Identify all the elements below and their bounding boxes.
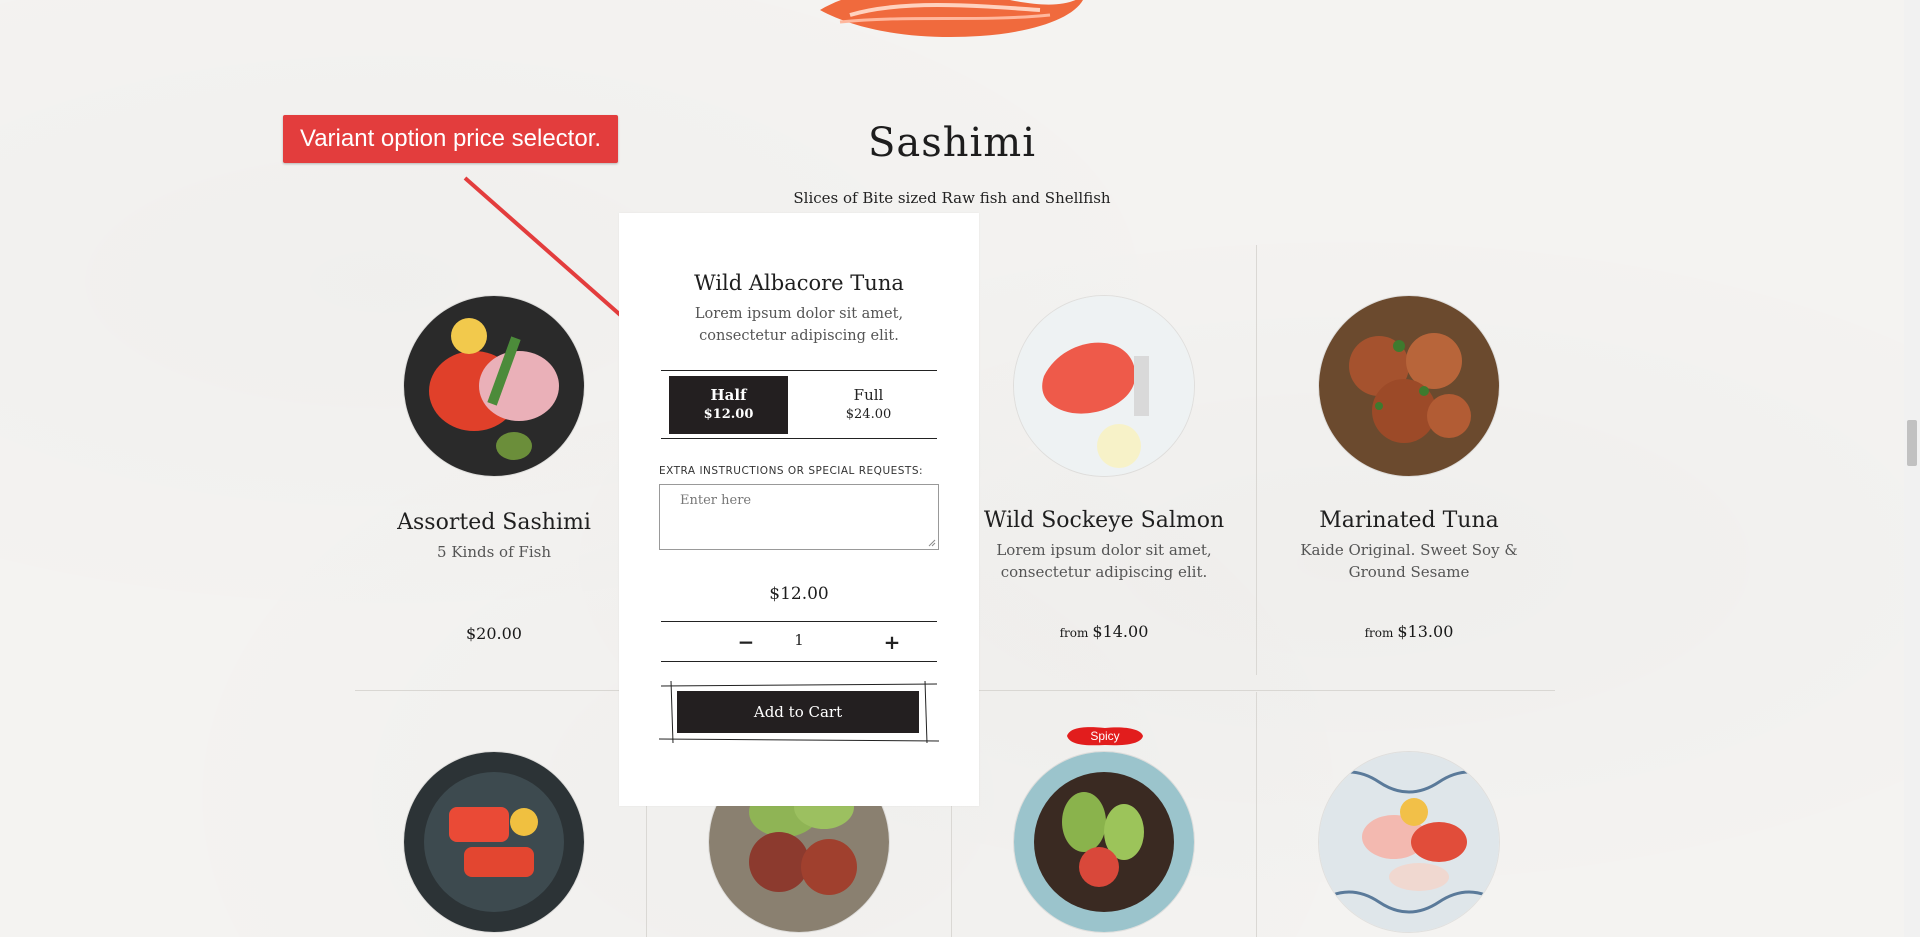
item-description: 5 Kinds of Fish <box>437 543 551 561</box>
instructions-textarea[interactable]: Enter here <box>659 484 939 550</box>
item-price-value: $20.00 <box>466 624 522 643</box>
price-prefix: from <box>1059 626 1089 640</box>
menu-item-card[interactable] <box>344 752 644 937</box>
price-prefix: from <box>1364 626 1394 640</box>
grid-divider <box>1256 692 1257 937</box>
variant-name: Half <box>710 386 747 404</box>
scrollbar[interactable] <box>1904 0 1920 937</box>
variant-price: $24.00 <box>845 407 892 422</box>
sushi-decoration-image <box>820 0 1083 37</box>
spicy-label: Spicy <box>1090 729 1120 743</box>
divider <box>661 621 937 622</box>
food-photo[interactable] <box>1319 752 1499 932</box>
variant-price: $12.00 <box>703 407 754 422</box>
instructions-placeholder: Enter here <box>680 493 752 508</box>
item-name: Assorted Sashimi <box>397 510 591 535</box>
quantity-increase-button[interactable]: + <box>872 627 912 657</box>
modal-title: Wild Albacore Tuna <box>694 271 904 295</box>
item-price: $20.00 <box>344 624 644 643</box>
spicy-badge: Spicy <box>1065 724 1145 748</box>
product-modal: Wild Albacore Tuna Lorem ipsum dolor sit… <box>619 213 979 806</box>
food-photo[interactable] <box>404 752 584 932</box>
item-price-value: $13.00 <box>1397 622 1454 641</box>
menu-item-card[interactable]: Marinated Tuna Kaide Original. Sweet Soy… <box>1259 296 1559 656</box>
variant-option-full[interactable]: Full $24.00 <box>809 376 928 434</box>
scrollbar-thumb[interactable] <box>1907 420 1917 466</box>
resize-handle-icon[interactable] <box>928 539 936 547</box>
quantity-value[interactable]: 1 <box>779 631 819 649</box>
item-price-value: $14.00 <box>1092 622 1149 641</box>
grid-divider <box>1256 245 1257 675</box>
item-price: from $14.00 <box>954 622 1254 641</box>
modal-description: Lorem ipsum dolor sit amet, consectetur … <box>694 306 904 344</box>
divider <box>661 370 937 371</box>
section-subtitle: Slices of Bite sized Raw fish and Shellf… <box>793 189 1111 207</box>
item-name: Marinated Tuna <box>1319 508 1499 533</box>
quantity-decrease-button[interactable]: − <box>726 627 766 657</box>
menu-item-card[interactable] <box>1259 752 1559 937</box>
food-photo[interactable] <box>1014 752 1194 932</box>
divider <box>661 661 937 662</box>
instructions-label: EXTRA INSTRUCTIONS OR SPECIAL REQUESTS: <box>659 465 924 477</box>
food-photo[interactable] <box>1014 296 1194 476</box>
item-name: Wild Sockeye Salmon <box>983 508 1225 533</box>
item-description: Kaide Original. Sweet Soy & Ground Sesam… <box>1300 541 1518 581</box>
divider <box>661 438 937 439</box>
modal-total-price: $12.00 <box>769 584 829 604</box>
variant-name: Full <box>853 386 884 404</box>
variant-option-half[interactable]: Half $12.00 <box>669 376 788 434</box>
menu-item-card[interactable]: Wild Sockeye Salmon Lorem ipsum dolor si… <box>954 296 1254 656</box>
add-to-cart-button[interactable]: Add to Cart <box>677 691 919 733</box>
item-price: from $13.00 <box>1259 622 1559 641</box>
menu-item-card[interactable] <box>954 752 1254 937</box>
annotation-callout: Variant option price selector. <box>283 115 618 163</box>
item-description: Lorem ipsum dolor sit amet, consectetur … <box>996 541 1212 581</box>
food-photo[interactable] <box>1319 296 1499 476</box>
